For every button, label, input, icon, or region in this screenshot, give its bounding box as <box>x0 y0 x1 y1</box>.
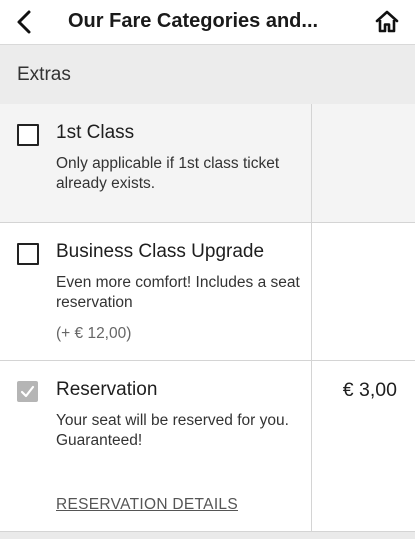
page-title: Our Fare Categories and... <box>68 10 319 32</box>
checkbox-reservation[interactable] <box>17 381 38 402</box>
chevron-left-icon <box>17 10 31 34</box>
checkbox-1st-class[interactable] <box>17 124 39 146</box>
section-header-extras: Extras <box>0 45 415 105</box>
column-divider <box>311 223 312 360</box>
list-item-1st-class: 1st Class Only applicable if 1st class t… <box>0 104 415 223</box>
item-title: Reservation <box>56 379 158 400</box>
back-button[interactable] <box>10 7 40 37</box>
home-icon <box>375 10 399 33</box>
item-description: Your seat will be reserved for you. Guar… <box>56 412 289 449</box>
list-item-business-upgrade: Business Class Upgrade Even more comfort… <box>0 223 415 361</box>
column-divider <box>311 361 312 531</box>
app-header: Our Fare Categories and... <box>0 0 415 45</box>
reservation-details-link[interactable]: RESERVATION DETAILS <box>56 496 238 514</box>
section-label: Extras <box>17 64 71 85</box>
item-title: 1st Class <box>56 122 135 143</box>
home-button[interactable] <box>373 8 401 36</box>
checkbox-business-upgrade[interactable] <box>17 243 39 265</box>
list-item-reservation: Reservation Your seat will be reserved f… <box>0 361 415 532</box>
item-price-note: (+ € 12,00) <box>56 325 132 342</box>
item-description: Even more comfort! Includes a seat reser… <box>56 274 300 311</box>
item-description: Only applicable if 1st class ticket alre… <box>56 155 280 192</box>
bottom-strip <box>0 532 415 539</box>
column-divider <box>311 104 312 222</box>
item-title: Business Class Upgrade <box>56 241 265 262</box>
item-price: € 3,00 <box>342 379 397 401</box>
checkmark-icon <box>20 385 35 398</box>
